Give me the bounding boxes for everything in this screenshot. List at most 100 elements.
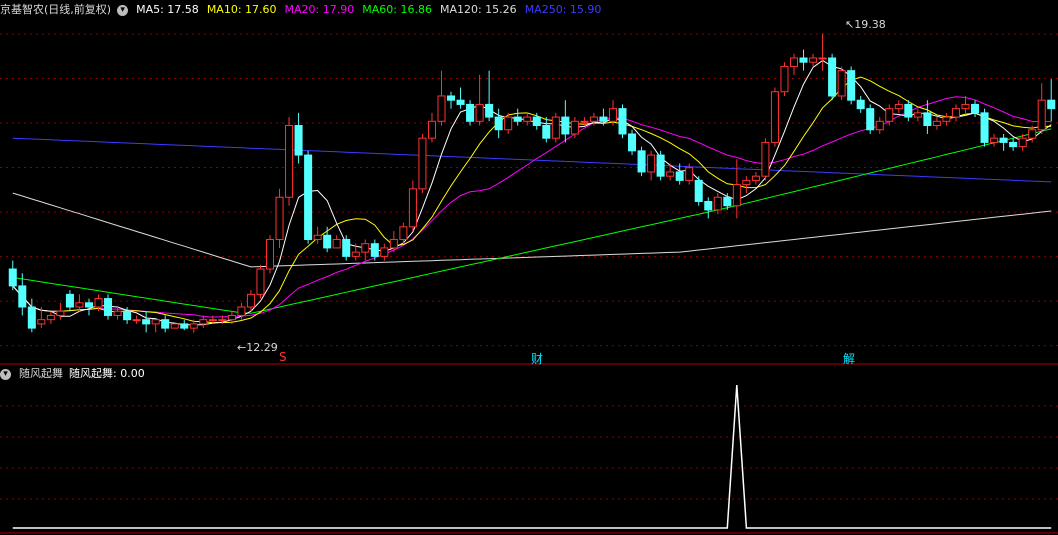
candle-down — [866, 108, 875, 131]
candle-up — [113, 310, 122, 316]
candle-down — [27, 306, 36, 329]
ma10-label: MA10: 17.60 — [206, 3, 277, 16]
candle-up — [399, 226, 408, 240]
candle-up — [580, 120, 589, 123]
ma5-label: MA5: 17.58 — [136, 3, 199, 16]
candle-up — [761, 141, 770, 177]
signal-marker-s[interactable]: S — [279, 350, 287, 364]
candle-up — [942, 116, 951, 122]
candle-down — [1047, 99, 1056, 110]
candle-up — [199, 319, 208, 325]
candle-up — [313, 234, 322, 240]
ma20-line — [12, 96, 1052, 318]
candle-up — [1037, 99, 1046, 131]
candle-down — [675, 171, 684, 181]
candle-up — [589, 116, 598, 122]
unlock-marker[interactable]: 解 — [843, 350, 855, 367]
candle-up — [189, 323, 198, 329]
candle-up — [46, 314, 55, 321]
candle-up — [875, 120, 884, 131]
candle-down — [656, 154, 665, 177]
candle-down — [485, 103, 494, 118]
candle-up — [751, 175, 760, 181]
candle-up — [285, 125, 294, 198]
candle-up — [990, 137, 999, 143]
candle-up — [132, 319, 141, 322]
candle-up — [789, 57, 799, 67]
candle-up — [504, 116, 513, 131]
candle-up — [551, 116, 560, 139]
main-legend: 京基智农(日线,前复权) ▾ MA5: 17.58 MA10: 17.60 MA… — [0, 2, 609, 18]
indicator-name: 随风起舞 — [19, 367, 63, 380]
high-price: 19.38 — [854, 18, 886, 31]
dropdown-icon[interactable]: ▾ — [117, 4, 129, 16]
candle-down — [494, 116, 503, 131]
candle-down — [466, 103, 475, 122]
candle-down — [294, 125, 303, 156]
candle-down — [342, 238, 351, 257]
candle-up — [475, 103, 484, 122]
candle-up — [932, 120, 941, 127]
candle-up — [256, 268, 265, 295]
candle-up — [951, 108, 960, 118]
chart-canvas — [0, 33, 1058, 534]
candle-up — [685, 167, 694, 181]
candle-up — [961, 103, 970, 110]
candle-up — [275, 196, 284, 240]
candle-up — [780, 65, 789, 93]
candle-down — [161, 319, 170, 329]
ma250-label: MA250: 15.90 — [524, 3, 602, 16]
candle-up — [361, 243, 370, 253]
candle-up — [818, 57, 827, 60]
candle-down — [142, 319, 151, 325]
candle-up — [809, 57, 818, 63]
ma120-label: MA120: 15.26 — [439, 3, 517, 16]
candle-up — [246, 293, 255, 308]
indicator-value: 随风起舞: 0.00 — [69, 367, 145, 380]
ma20-label: MA20: 17.90 — [284, 3, 355, 16]
low-price: 12.29 — [246, 341, 278, 354]
candle-up — [647, 154, 656, 173]
candle-down — [542, 125, 551, 139]
candle-up — [170, 323, 179, 329]
stock-chart: 京基智农(日线,前复权) ▾ MA5: 17.58 MA10: 17.60 MA… — [0, 0, 1058, 535]
stock-title: 京基智农(日线,前复权) — [0, 3, 112, 16]
candle-down — [637, 150, 646, 173]
candle-up — [666, 171, 675, 177]
candle-down — [65, 293, 74, 308]
high-annotation: ↖19.38 — [845, 18, 886, 31]
indicator-legend: ▾ 随风起舞 随风起舞: 0.00 — [0, 366, 153, 382]
candle-down — [856, 99, 865, 110]
candle-up — [75, 302, 84, 308]
candle-up — [570, 120, 579, 135]
ma120-line — [12, 192, 1052, 268]
candle-down — [723, 196, 732, 207]
candle-down — [18, 285, 27, 308]
candle-down — [456, 99, 465, 105]
dropdown-icon[interactable]: ▾ — [0, 368, 11, 380]
candle-down — [123, 310, 132, 321]
candle-down — [1009, 141, 1018, 148]
candle-up — [265, 238, 275, 270]
candle-down — [980, 112, 989, 143]
finance-marker[interactable]: 财 — [531, 350, 543, 367]
candle-down — [799, 57, 808, 63]
candle-up — [151, 319, 160, 325]
candle-up — [408, 188, 417, 228]
candle-up — [56, 310, 65, 316]
ma250-line — [12, 137, 1052, 183]
candle-down — [532, 116, 541, 127]
candle-up — [332, 238, 341, 249]
candle-up — [1028, 129, 1037, 139]
candle-up — [523, 116, 532, 122]
candle-up — [380, 247, 389, 257]
candle-down — [828, 57, 837, 97]
candle-down — [180, 323, 189, 329]
ma60-line — [12, 128, 1052, 314]
candle-up — [94, 298, 103, 308]
candle-up — [208, 319, 217, 322]
ma5-line — [12, 59, 1052, 326]
candle-down — [923, 112, 932, 127]
candle-up — [742, 179, 751, 186]
candle-up — [837, 70, 846, 97]
